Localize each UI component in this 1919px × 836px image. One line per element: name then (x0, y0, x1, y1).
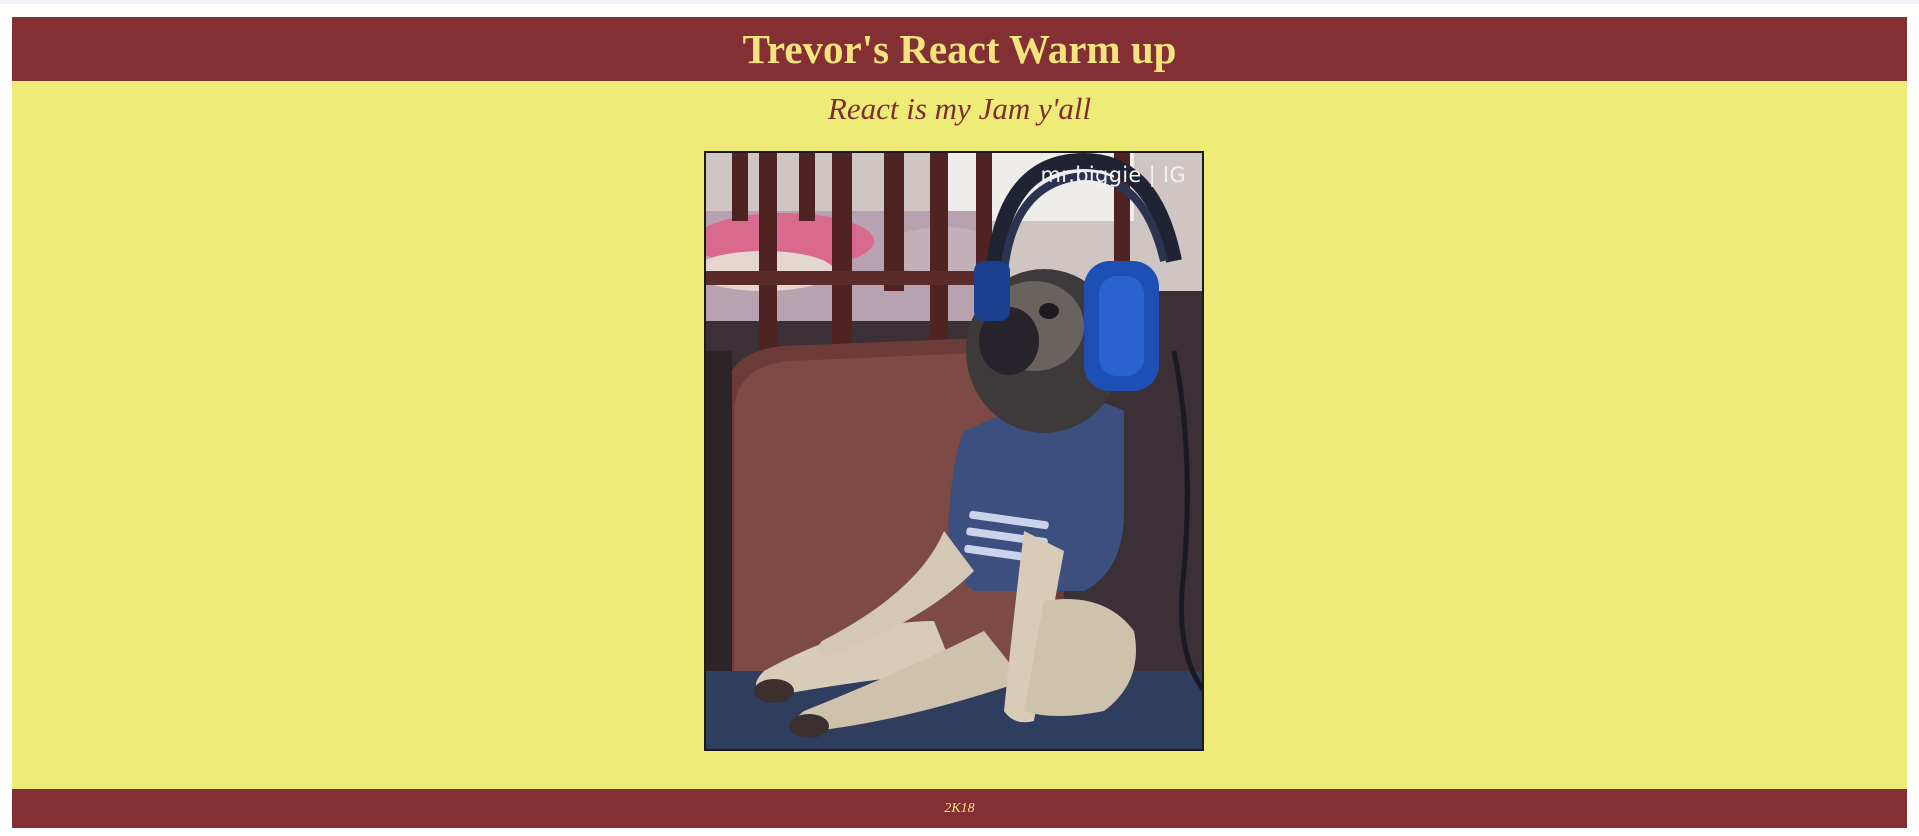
page-footer: 2K18 (12, 789, 1907, 828)
browser-top-strip (0, 0, 1919, 4)
app-container: Trevor's React Warm up React is my Jam y… (12, 17, 1907, 828)
page-title: Trevor's React Warm up (742, 25, 1177, 72)
pug-gif-image: mr.biggie | IG (704, 151, 1204, 751)
page-header: Trevor's React Warm up (12, 17, 1907, 81)
page-subtitle: React is my Jam y'all (827, 91, 1092, 126)
footer-text: 2K18 (944, 800, 975, 816)
image-watermark: mr.biggie | IG (1040, 163, 1186, 187)
